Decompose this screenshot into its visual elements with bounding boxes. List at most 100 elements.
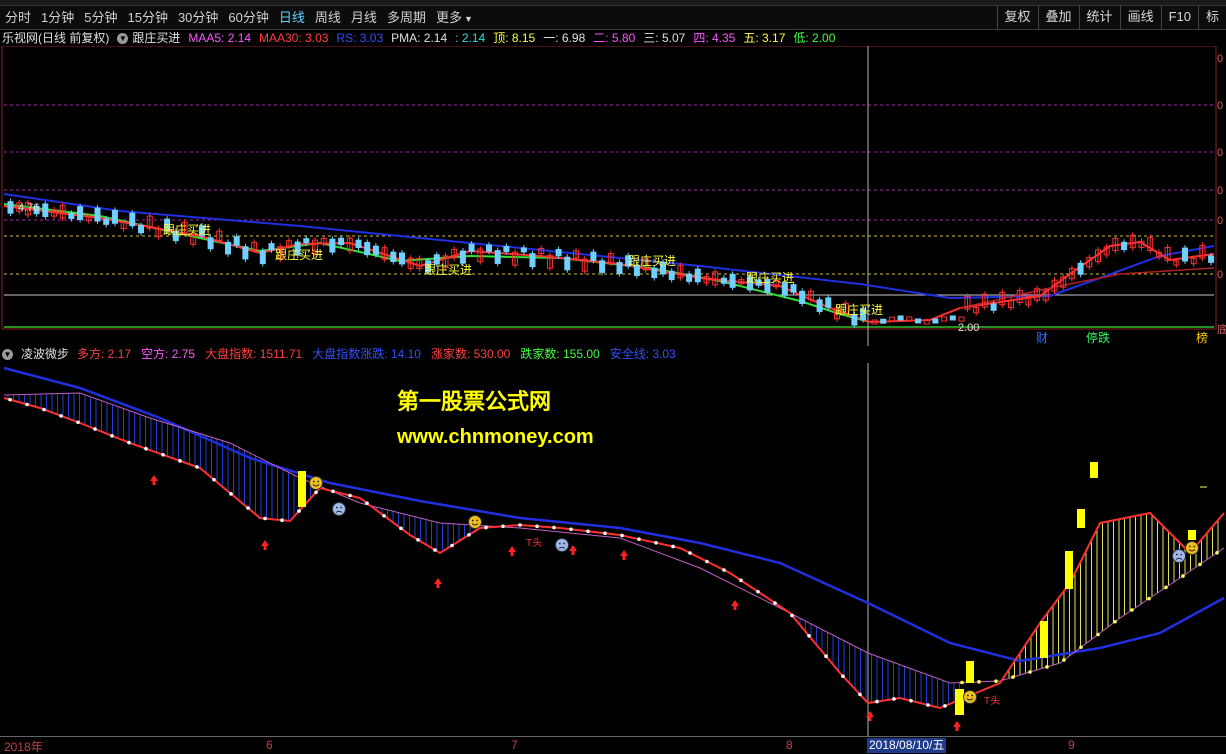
period-1min[interactable]: 1分钟	[36, 6, 79, 30]
period-intraday[interactable]: 分时	[0, 6, 36, 30]
candle-body	[329, 238, 336, 253]
data-dot	[841, 674, 845, 679]
candle-body	[958, 316, 965, 322]
candle-body	[799, 290, 806, 304]
candle-body	[729, 273, 736, 288]
buy-signal-label: 跟庄买进	[424, 262, 472, 277]
data-dot	[1147, 596, 1151, 601]
candle-body	[1182, 247, 1188, 262]
period-more[interactable]: 更多 ▼	[431, 6, 478, 30]
data-dot	[994, 679, 998, 683]
ma-slow-line	[3, 193, 1215, 300]
data-dot	[671, 544, 675, 549]
period-30min[interactable]: 30分钟	[173, 6, 223, 30]
face-eye	[317, 480, 320, 483]
candle-body	[468, 243, 475, 252]
data-dot	[926, 703, 930, 707]
data-dot	[416, 538, 420, 542]
indicator-value: 一: 6.98	[543, 31, 586, 45]
data-dot	[603, 531, 607, 536]
data-dot	[59, 414, 63, 418]
buy-signal-label: 跟庄买进	[628, 253, 676, 268]
period-multi[interactable]: 多周期	[382, 6, 431, 30]
data-dot	[76, 420, 80, 425]
main-indicator-bar: 乐视网(日线 前复权) ▼ 跟庄买进 MAA5: 2.14 MAA30: 3.03…	[0, 30, 1226, 47]
watermark-url: www.chnmoney.com	[397, 426, 594, 448]
indicator-name[interactable]: 跟庄买进	[132, 30, 180, 47]
chevron-down-icon[interactable]: ▼	[2, 349, 13, 360]
candle-body	[503, 245, 510, 253]
data-dot	[552, 525, 556, 530]
stats-button[interactable]: 统计	[1078, 5, 1120, 30]
period-daily[interactable]: 日线	[274, 6, 310, 30]
toolbar-right-group: 复权 叠加 统计 画线 F10 标	[996, 5, 1226, 30]
buy-arrow-icon	[508, 546, 516, 556]
face-eye	[340, 506, 343, 509]
candle-body	[599, 260, 606, 273]
candle-body	[372, 245, 379, 255]
draw-line-button[interactable]: 画线	[1119, 5, 1161, 30]
adjust-button[interactable]: 复权	[996, 5, 1038, 30]
data-dot	[1198, 562, 1202, 567]
period-15min[interactable]: 15分钟	[122, 6, 172, 30]
sub-indicator-name[interactable]: 凌波微步	[21, 346, 69, 363]
overlay-button[interactable]: 叠加	[1037, 5, 1079, 30]
candlestick-chart[interactable]: 跟庄买进跟庄买进跟庄买进跟庄买进跟庄买进跟庄买进4.762.00财 停跌 榜0000…	[0, 46, 1226, 346]
candle-body	[816, 299, 823, 312]
cursor-date: 2018/08/10/五	[867, 738, 947, 753]
face-eye	[563, 542, 566, 545]
indicator-value: MAA5: 2.14	[188, 31, 252, 45]
period-60min[interactable]: 60分钟	[223, 6, 273, 30]
candle-body	[7, 201, 14, 214]
buy-signal-label: 跟庄买进	[275, 247, 323, 262]
data-dot	[943, 704, 947, 708]
candle-body	[990, 303, 997, 311]
sub-indicator-value: 安全线: 3.03	[609, 347, 676, 361]
candle-body	[111, 209, 118, 224]
data-dot	[212, 477, 216, 482]
data-dot	[1062, 658, 1066, 662]
candle-body	[790, 284, 797, 293]
period-toolbar: 分时 1分钟 5分钟 15分钟 30分钟 60分钟 日线 周线 月线 多周期 更…	[0, 5, 1226, 30]
sub-indicator-value: 跌家数: 155.00	[520, 347, 600, 361]
period-weekly[interactable]: 周线	[310, 6, 346, 30]
sub-indicator-fields: 多方: 2.17 空方: 2.75 大盘指数: 1511.71 大盘指数涨跌: 14.…	[77, 346, 676, 363]
period-5min[interactable]: 5分钟	[79, 6, 122, 30]
sub-indicator-value: 大盘指数: 1511.71	[205, 347, 303, 361]
data-dot	[518, 523, 522, 527]
data-dot	[331, 489, 335, 494]
data-dot	[535, 524, 539, 529]
data-dot	[178, 459, 182, 463]
indicator-value: RS: 3.03	[336, 31, 384, 45]
sub-indicator-value: 大盘指数涨跌: 14.10	[312, 347, 421, 361]
candle-body	[1077, 262, 1084, 275]
candle-body	[897, 315, 904, 321]
data-dot	[705, 559, 709, 564]
signal-text: T头	[526, 537, 542, 549]
candle-body	[138, 224, 144, 234]
candle-body	[694, 268, 701, 283]
buy-signal-label: 跟庄买进	[835, 302, 883, 317]
f10-button[interactable]: F10	[1160, 5, 1198, 30]
candle-body	[686, 273, 693, 282]
data-dot	[824, 654, 828, 658]
data-dot	[365, 501, 369, 505]
indicator-chart[interactable]: T头 T头	[0, 363, 1226, 736]
data-dot	[110, 434, 114, 438]
period-monthly[interactable]: 月线	[346, 6, 382, 30]
sad-icon	[555, 538, 569, 552]
label-button[interactable]: 标	[1197, 5, 1226, 30]
indicator-value: 低: 2.00	[793, 31, 836, 45]
chart-frame	[1, 46, 1217, 330]
candle-body	[242, 246, 249, 260]
chevron-down-icon[interactable]: ▼	[117, 33, 129, 44]
indicator-value: 五: 3.17	[743, 31, 786, 45]
indicator-value: 二: 5.80	[593, 31, 636, 45]
time-axis: 2018年 6 7 8 2018/08/10/五 9	[0, 736, 1226, 754]
data-dot	[790, 613, 794, 618]
data-dot	[144, 446, 148, 451]
data-dot	[688, 551, 692, 555]
buy-arrow-icon	[569, 545, 577, 555]
candle-body	[941, 316, 948, 322]
signal-text: T头	[984, 695, 1000, 707]
